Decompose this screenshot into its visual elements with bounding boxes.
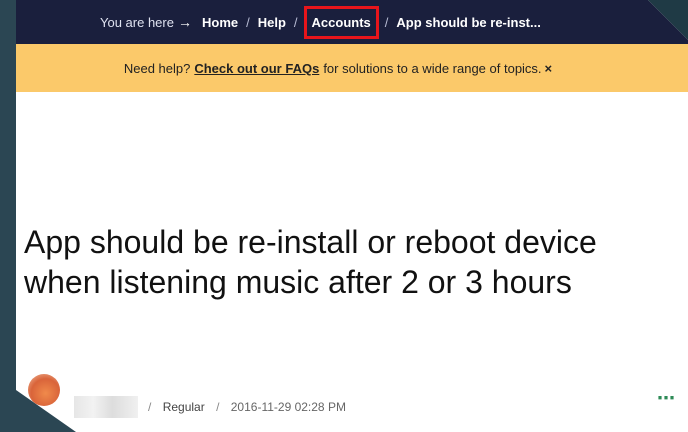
meta-separator: / <box>148 400 152 414</box>
breadcrumb-current: App should be re-inst... <box>396 14 541 30</box>
arrow-right-icon: → <box>177 14 192 30</box>
breadcrumb-home[interactable]: Home <box>202 15 238 30</box>
breadcrumb-help[interactable]: Help <box>258 15 286 30</box>
username-redacted <box>74 396 138 418</box>
help-banner-tail: for solutions to a wide range of topics. <box>323 60 542 76</box>
user-rank: Regular <box>162 400 205 414</box>
breadcrumb-separator: / <box>293 14 298 30</box>
post-meta-text: / Regular / 2016-11-29 02:28 PM <box>140 400 346 414</box>
more-options-icon[interactable]: ⋯ <box>657 388 676 409</box>
help-banner-lead: Need help? <box>123 60 191 76</box>
breadcrumb: You are here → Home / Help / Accounts / … <box>16 0 688 44</box>
page-screenshot: You are here → Home / Help / Accounts / … <box>16 0 688 432</box>
breadcrumb-prefix: You are here <box>100 14 174 30</box>
close-icon[interactable]: × <box>545 61 553 76</box>
post-date: 2016-11-29 02:28 PM <box>230 400 346 414</box>
breadcrumb-accounts[interactable]: Accounts <box>303 5 379 39</box>
avatar[interactable] <box>28 374 60 406</box>
help-banner: Need help? Check out our FAQs for soluti… <box>16 44 688 92</box>
post-meta: / Regular / 2016-11-29 02:28 PM ⋯ <box>16 372 688 432</box>
faq-link[interactable]: Check out our FAQs <box>194 61 319 76</box>
meta-separator: / <box>216 400 220 414</box>
post-title: App should be re-install or reboot devic… <box>24 224 597 300</box>
breadcrumb-separator: / <box>246 14 250 30</box>
breadcrumb-separator: / <box>384 14 389 30</box>
